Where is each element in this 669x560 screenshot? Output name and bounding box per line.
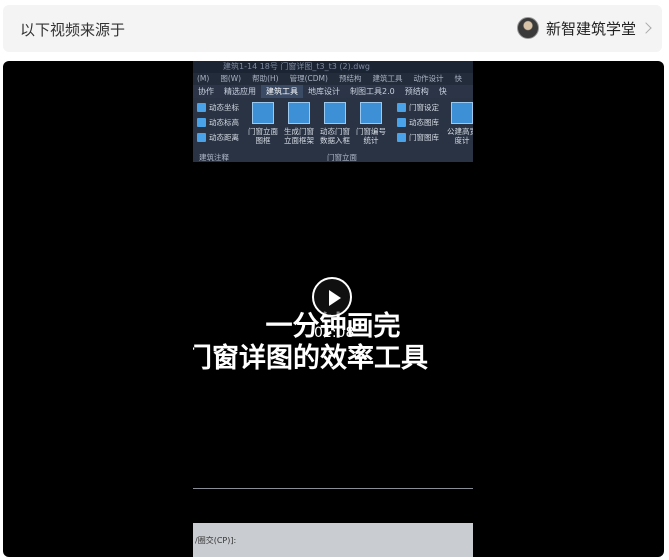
chevron-right-icon[interactable] <box>640 22 652 34</box>
video-player[interactable]: 建筑1-14 18号 门窗详图_t3_t3 (2).dwg (M) 图(W) 帮… <box>3 61 664 557</box>
play-button[interactable] <box>312 277 352 317</box>
cad-tool: 动态图库 <box>397 117 439 128</box>
cad-tab: 预结构 <box>404 87 429 96</box>
cad-command-prompt: /圈交(CP)]: <box>195 536 237 545</box>
tool-icon <box>397 118 406 127</box>
cad-command-bar: /圈交(CP)]: <box>193 523 473 557</box>
cad-ribbon-tabs: 协作 精选应用 建筑工具 地库设计 制图工具2.0 预结构 快 <box>193 85 473 98</box>
tool-icon <box>324 102 346 124</box>
cad-big-tool: 门窗编号统计 <box>354 102 388 145</box>
cad-menu-item: 建筑工具 <box>372 74 403 83</box>
cad-tab: 制图工具2.0 <box>350 87 395 96</box>
cad-big-tool: 门窗立面图框 <box>246 102 280 145</box>
cad-group-label: 建筑注释 <box>199 153 229 162</box>
cad-tab-active: 建筑工具 <box>261 85 303 98</box>
author-avatar[interactable] <box>516 17 539 39</box>
play-icon[interactable] <box>329 290 341 306</box>
cad-menu-item: 预结构 <box>338 74 362 83</box>
tool-icon <box>397 103 406 112</box>
cad-menu-item: 管理(CDM) <box>289 74 328 83</box>
cad-ribbon: 动态坐标 动态标高 动态距离 门窗立面图框 生成门窗立面框架 动态门窗数据入框 … <box>193 98 473 162</box>
source-label: 以下视频来源于 <box>20 21 126 39</box>
cad-group-label: 门窗立面 <box>327 153 357 162</box>
cad-title-bar: 建筑1-14 18号 门窗详图_t3_t3 (2).dwg <box>193 61 473 73</box>
cad-tool: 动态距离 <box>197 132 239 143</box>
cad-canvas-divider <box>193 488 473 489</box>
cad-menu-item: 图(W) <box>220 74 242 83</box>
cad-tool: 动态标高 <box>197 117 239 128</box>
tool-icon <box>197 103 206 112</box>
cad-big-tool: 公建高宽度计 <box>447 102 473 145</box>
tool-icon <box>288 102 310 124</box>
cad-menu-item: 帮助(H) <box>252 74 279 83</box>
cad-tab: 精选应用 <box>224 87 256 96</box>
cad-menu-item: 动作设计 <box>413 74 444 83</box>
cad-tool: 门窗设定 <box>397 102 439 113</box>
cad-menu-item: 快 <box>454 74 462 83</box>
video-headline-line2: 门窗详图的效率工具 <box>193 343 428 374</box>
cad-menu-item: (M) <box>197 74 210 83</box>
cad-big-tool: 生成门窗立面框架 <box>282 102 316 145</box>
cad-tool: 门窗图库 <box>397 132 439 143</box>
tool-icon <box>360 102 382 124</box>
tool-icon <box>252 102 274 124</box>
cad-tab: 协作 <box>198 87 214 96</box>
cad-tool: 动态坐标 <box>197 102 239 113</box>
author-link[interactable]: 新智建筑学堂 <box>516 17 652 39</box>
tool-icon <box>397 133 406 142</box>
video-source-bar: 以下视频来源于 新智建筑学堂 <box>3 5 662 52</box>
cad-menu-bar: (M) 图(W) 帮助(H) 管理(CDM) 预结构 建筑工具 动作设计 快 <box>193 73 473 85</box>
tool-icon <box>197 118 206 127</box>
tool-icon <box>451 102 473 124</box>
cad-big-tool: 动态门窗数据入框 <box>318 102 352 145</box>
cad-tab: 快 <box>438 87 447 96</box>
video-duration: 01:08 <box>314 325 355 341</box>
cad-tab: 地库设计 <box>308 87 340 96</box>
author-name[interactable]: 新智建筑学堂 <box>546 18 636 39</box>
tool-icon <box>197 133 206 142</box>
